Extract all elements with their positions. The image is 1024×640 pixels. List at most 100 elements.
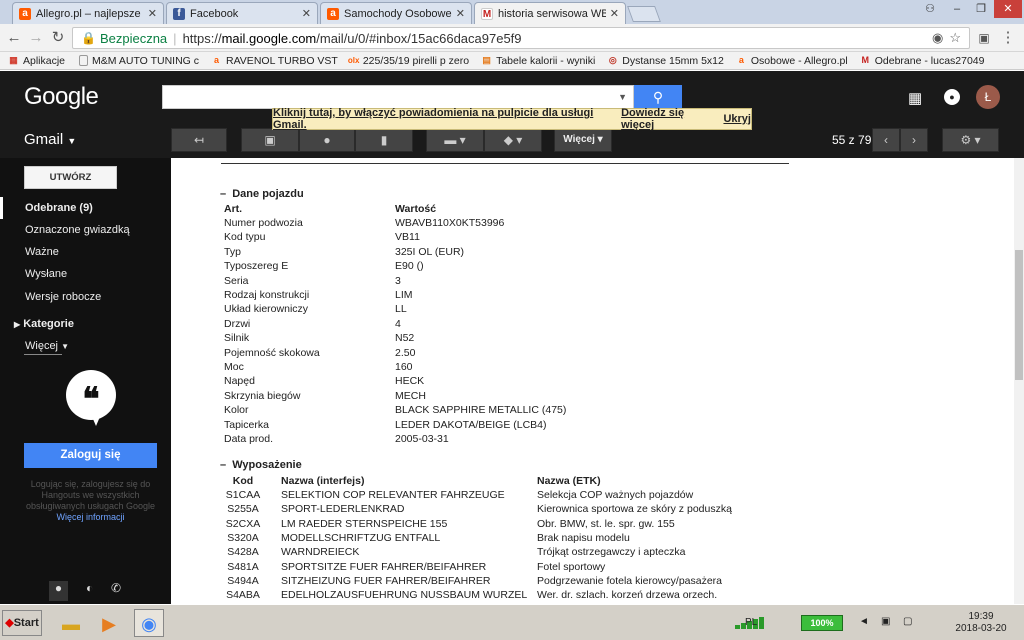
equipment-name: EDELHOLZAUSFUEHRUNG NUSSBAUM WURZEL [281, 589, 528, 602]
brand-icon: ◎ [608, 55, 617, 65]
minimize-button[interactable]: – [946, 0, 968, 18]
avatar[interactable]: Ł [976, 85, 1000, 109]
window-close-button[interactable]: ✕ [994, 0, 1022, 18]
more-button[interactable]: Więcej ▾ [554, 128, 612, 152]
enable-notifications-link[interactable]: Kliknij tutaj, by włączyć powiadomienia … [273, 107, 613, 131]
hangouts-login-button[interactable]: Zaloguj się [24, 443, 157, 468]
new-tab-button[interactable] [627, 6, 661, 22]
bookmark-item[interactable]: ◎ Dystanse 15mm 5x12 [607, 55, 724, 67]
older-button[interactable]: › [900, 128, 928, 152]
clock[interactable]: 19:39 2018-03-20 [943, 611, 1019, 635]
archive-icon: ▣ [264, 133, 276, 147]
email-body: – Dane pojazdu Art. Wartość Numer podwozi… [171, 158, 1014, 604]
delete-button[interactable]: ▮ [355, 128, 413, 152]
network-icon[interactable]: ▣ [881, 616, 890, 627]
bookmark-item[interactable]: a Osobowe - Allegro.pl [736, 55, 848, 67]
google-logo[interactable]: Google [24, 83, 99, 111]
browser-tab[interactable]: f Facebook ✕ [166, 2, 318, 24]
chevron-down-icon: ▼ [61, 342, 69, 351]
apps-grid-icon[interactable]: ▦ [908, 89, 922, 107]
close-icon[interactable]: ✕ [456, 7, 465, 20]
vehicle-key: Data prod. [224, 433, 274, 445]
sidebar-item-sent[interactable]: Wysłane [0, 263, 171, 285]
media-player-icon[interactable]: ▶ [94, 609, 124, 637]
labels-button[interactable]: ◆ ▾ [484, 128, 542, 152]
equipment-etk: Podgrzewanie fotela kierowcy/pasażera [537, 574, 723, 587]
battery-indicator[interactable]: 100% [801, 615, 843, 631]
vehicle-key: Silnik [224, 332, 250, 345]
browser-tab-active[interactable]: M historia serwisowa WBAVB ✕ [474, 2, 626, 24]
address-bar[interactable]: 🔒 Bezpieczna | https://mail.google.com/m… [72, 27, 970, 49]
volume-icon[interactable]: ◄ [859, 616, 869, 627]
back-to-inbox-button[interactable]: ↤ [171, 128, 227, 152]
maximize-button[interactable]: ❐ [970, 0, 992, 18]
bookmark-item[interactable]: olx 225/35/19 pirelli p zero [348, 55, 469, 67]
close-icon[interactable]: ✕ [148, 7, 157, 20]
sidebar-item-drafts[interactable]: Wersje robocze [0, 286, 171, 308]
bookmark-item[interactable]: ▤ Tabele kalorii - wyniki [481, 55, 595, 67]
vehicle-row: Typ 325I OL (EUR) [224, 245, 824, 259]
vehicle-value: 4 [395, 317, 401, 330]
learn-more-link[interactable]: Dowiedz się więcej [621, 107, 715, 131]
close-icon[interactable]: ✕ [302, 7, 311, 20]
user-icon[interactable]: ⚇ [920, 0, 940, 18]
sidebar-item-important[interactable]: Ważne [0, 241, 171, 263]
close-icon[interactable]: ✕ [610, 7, 619, 20]
sidebar-item-starred[interactable]: Oznaczone gwiazdką [0, 219, 171, 241]
browser-tab[interactable]: a Allegro.pl – najlepsze ceny ✕ [12, 2, 164, 24]
scrollbar-thumb[interactable] [1015, 250, 1023, 380]
eye-icon[interactable]: ◉ [932, 30, 943, 46]
person-icon[interactable]: ● [48, 581, 69, 601]
report-spam-button[interactable]: ● [299, 128, 355, 152]
star-icon[interactable]: ☆ [949, 30, 961, 46]
phone-icon[interactable]: ✆ [111, 581, 121, 601]
sidebar-item-inbox[interactable]: Odebrane (9) [0, 197, 171, 219]
archive-button[interactable]: ▣ [241, 128, 299, 152]
newer-button[interactable]: ‹ [872, 128, 900, 152]
action-center-icon[interactable]: ▢ [903, 616, 912, 627]
back-arrow-icon[interactable]: ← [4, 28, 24, 48]
compose-button[interactable]: UTWÓRZ [24, 166, 117, 189]
chevron-down-icon[interactable]: ▼ [618, 92, 627, 102]
browser-tab[interactable]: a Samochody Osobowe now ✕ [320, 2, 472, 24]
forward-arrow-icon[interactable]: → [26, 28, 46, 48]
tab-bar: a Allegro.pl – najlepsze ceny ✕ f Facebo… [0, 0, 1024, 24]
extension-icon[interactable]: ▣ [974, 28, 994, 48]
notifications-icon[interactable]: ● [944, 89, 960, 105]
lang-label: PL [745, 617, 758, 628]
equipment-etk: Fotel sportowy [537, 560, 606, 573]
more-info-link[interactable]: Więcej informacji [56, 512, 124, 522]
menu-icon[interactable]: ⋮ [998, 28, 1018, 48]
clock-date: 2018-03-20 [955, 623, 1007, 634]
chrome-icon[interactable]: ◉ [134, 609, 164, 637]
search-button[interactable]: ⚲ [634, 85, 682, 109]
chat-icon[interactable]: ◐ [86, 581, 93, 601]
bookmark-item[interactable]: a RAVENOL TURBO VST [211, 55, 338, 67]
sidebar-item-categories[interactable]: ▶ Kategorie [0, 313, 171, 335]
explorer-icon[interactable]: ▬ [56, 609, 86, 637]
vehicle-row: Drzwi 4 [224, 317, 824, 331]
header-code: Kod [232, 475, 254, 487]
vehicle-value: LEDER DAKOTA/BEIGE (LCB4) [395, 418, 547, 431]
equipment-section-title[interactable]: – Wyposażenie [220, 459, 302, 471]
bookmark-item[interactable]: M&M AUTO TUNING c [79, 55, 199, 67]
lang-indicator[interactable]: PL [745, 617, 757, 628]
vehicle-section-title[interactable]: – Dane pojazdu [220, 188, 304, 200]
move-to-button[interactable]: ▬ ▾ [426, 128, 484, 152]
bookmark-apps[interactable]: ▦ Aplikacje [8, 55, 65, 67]
start-button[interactable]: ◆Start [2, 610, 42, 636]
bookmark-label: RAVENOL TURBO VST [226, 54, 338, 67]
allegro-icon: a [19, 7, 31, 20]
hide-link[interactable]: Ukryj [723, 113, 751, 125]
gmail-label[interactable]: Gmail ▼ [24, 131, 76, 148]
settings-button[interactable]: ⚙ ▾ [942, 128, 999, 152]
system-tray: PL 100% ◄ ▣ ▢ 19:39 2018-03-20 [735, 607, 1022, 639]
bookmark-item[interactable]: M Odebrane - lucas27049 [860, 55, 984, 67]
scrollbar[interactable] [1014, 158, 1024, 604]
equipment-row: S4ABA EDELHOLZAUSFUEHRUNG NUSSBAUM WURZEL… [221, 588, 821, 602]
equipment-code: S428A [227, 546, 259, 559]
search-input[interactable]: ▼ [162, 85, 634, 109]
signal-bar [735, 625, 740, 629]
reload-icon[interactable]: ↻ [48, 28, 68, 48]
equipment-name: WARNDREIECK [281, 546, 360, 559]
